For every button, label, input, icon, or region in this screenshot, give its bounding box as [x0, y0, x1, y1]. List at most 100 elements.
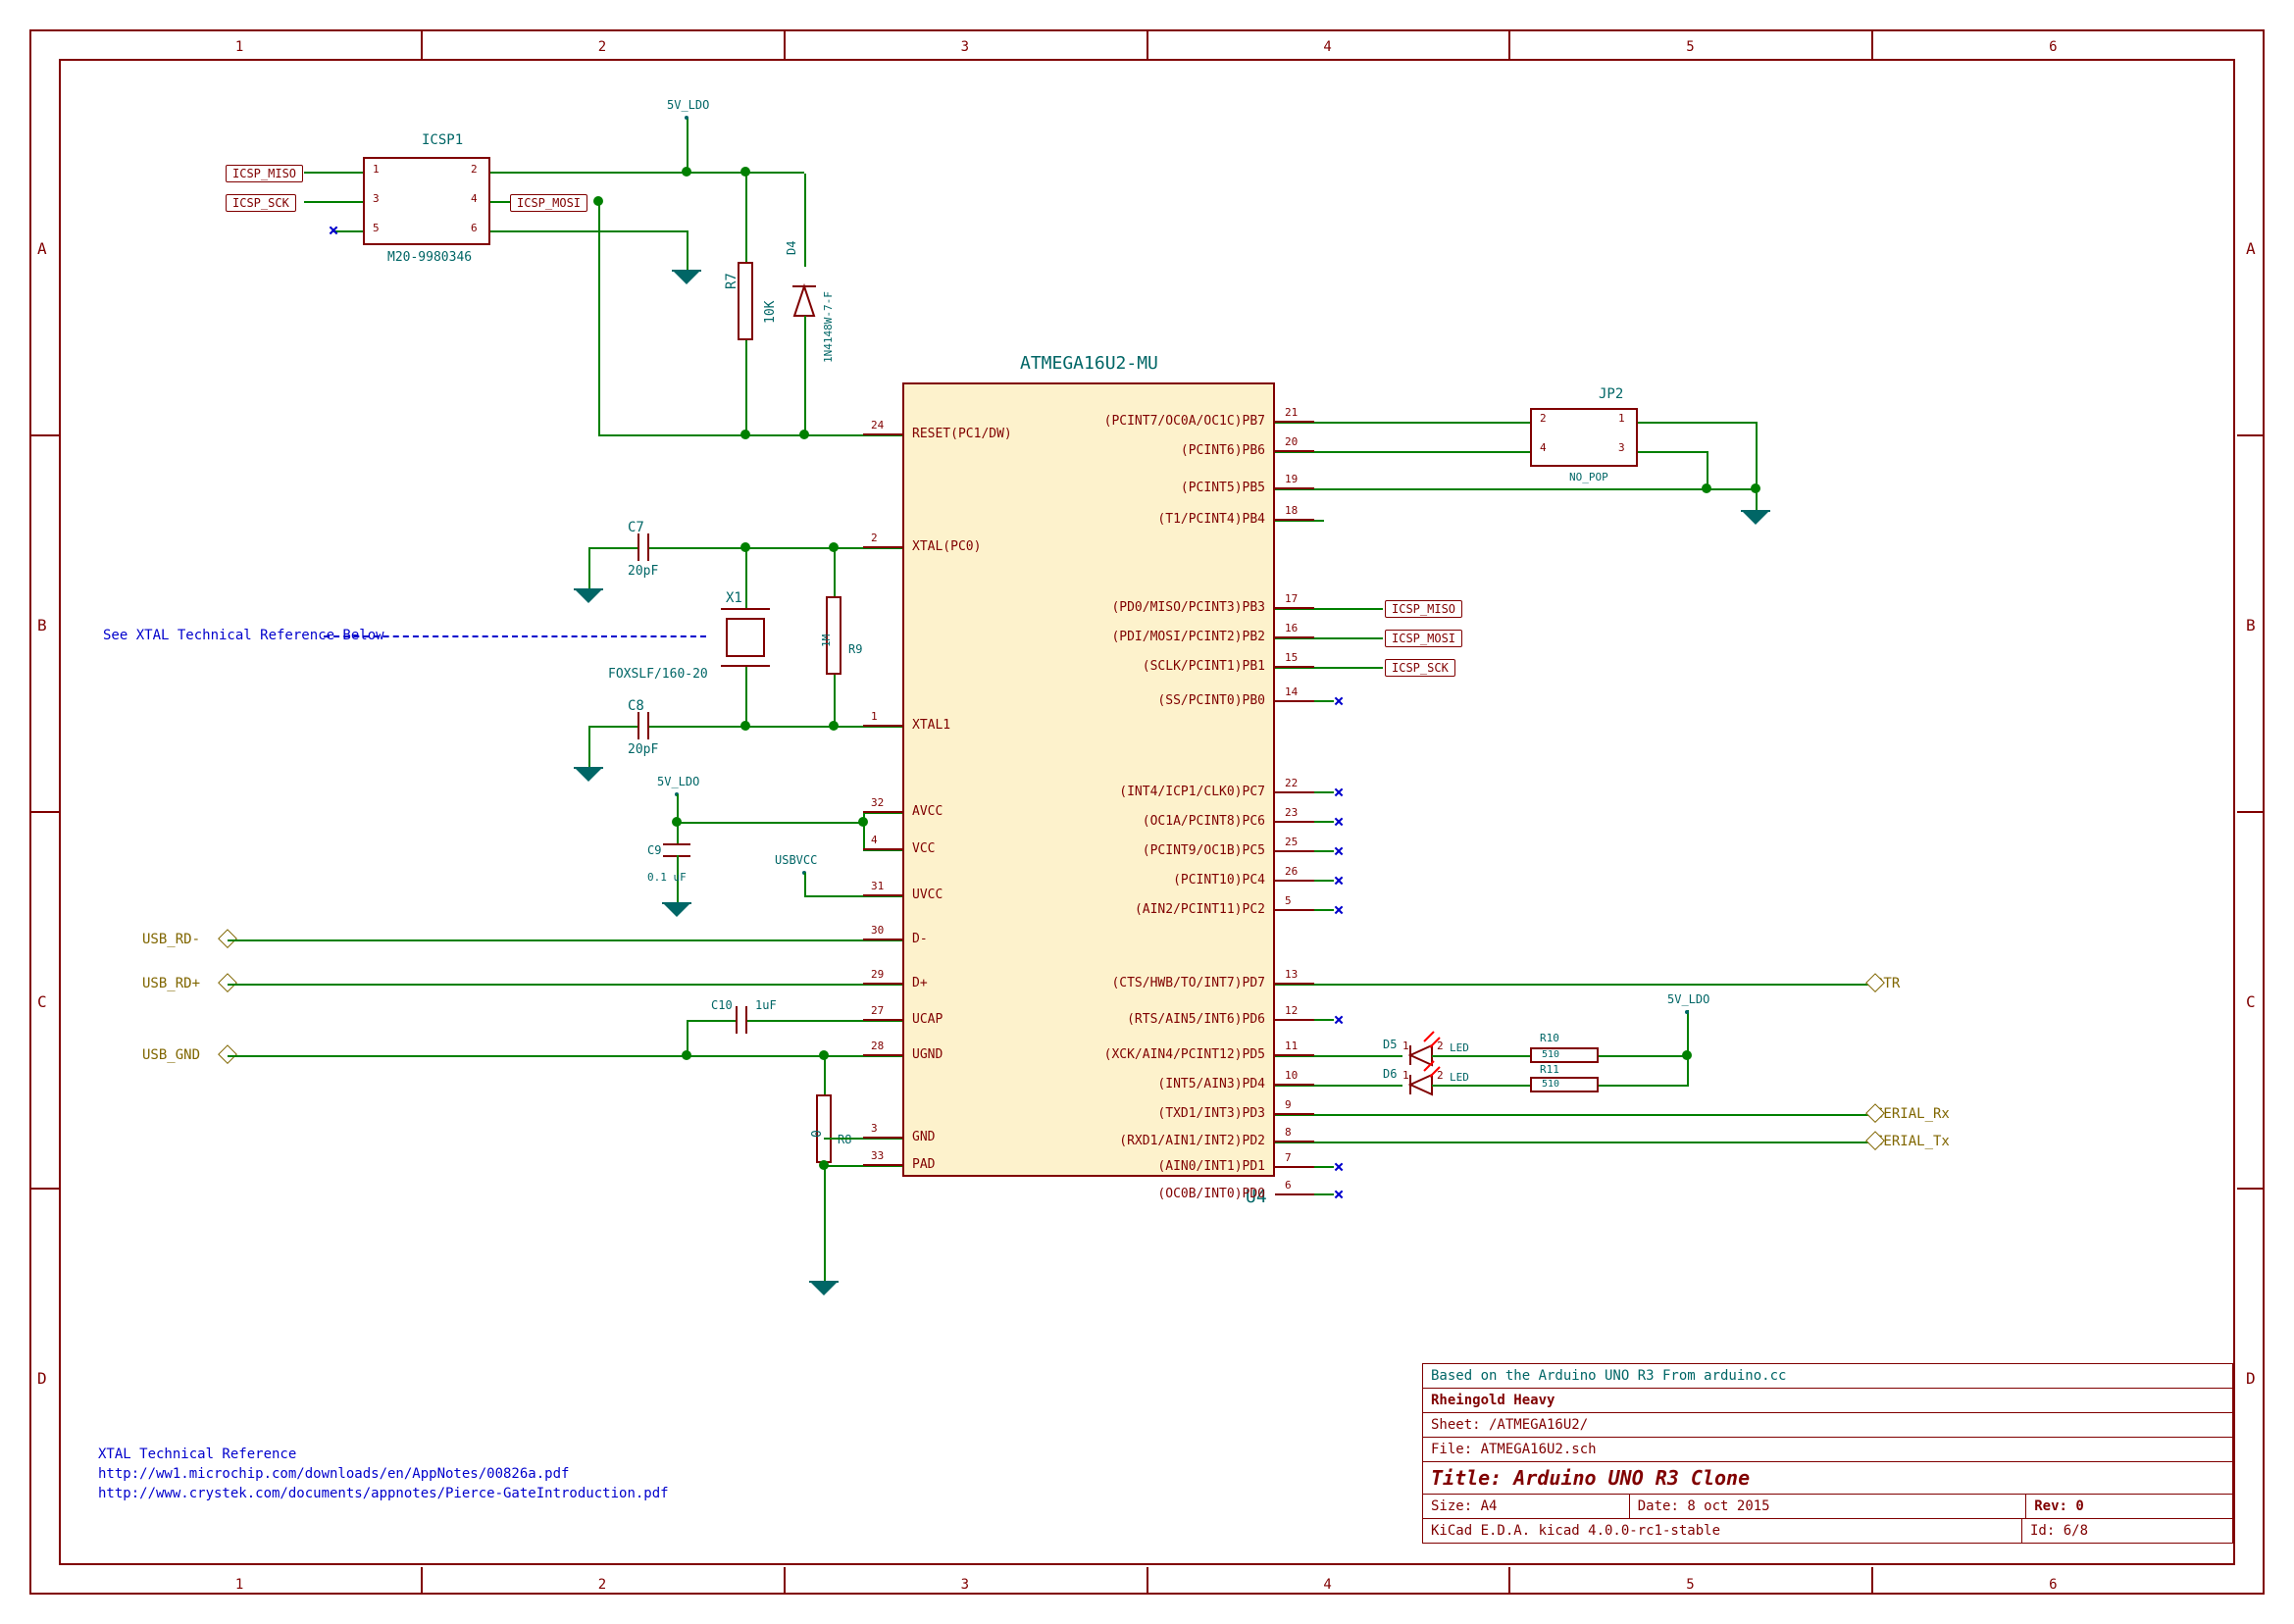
- hier-serial-rx: SERIAL_Rx: [1875, 1106, 1950, 1122]
- tb-sheet: Sheet: /ATMEGA16U2/: [1423, 1413, 2232, 1438]
- pin-stub: [863, 848, 902, 850]
- c10-ref: C10: [711, 998, 733, 1012]
- wire: [1314, 821, 1334, 823]
- tb-file: File: ATMEGA16U2.sch: [1423, 1438, 2232, 1462]
- nc-mark: ×: [1334, 871, 1345, 891]
- pin-stub: [1275, 1019, 1314, 1021]
- pin-stub: [1275, 909, 1314, 911]
- junction: [819, 1160, 829, 1170]
- jp2-pin4: 4: [1540, 441, 1547, 454]
- net-icsp-mosi-r: ICSP_MOSI: [1385, 630, 1462, 647]
- pin-num: 31: [871, 880, 884, 892]
- pin-stub: [863, 1137, 902, 1139]
- ruler-letter: D: [37, 1369, 47, 1388]
- pin-num: 2: [871, 532, 878, 544]
- junction: [829, 721, 839, 731]
- x1-body: [726, 618, 765, 657]
- pin-stub: [863, 1054, 902, 1056]
- note-xtal-url1[interactable]: http://ww1.microchip.com/downloads/en/Ap…: [98, 1466, 569, 1482]
- pin-label: (OC0B/INT0)PD0: [1157, 1187, 1265, 1201]
- junction: [1751, 483, 1760, 493]
- wire: [1432, 1055, 1530, 1057]
- wire: [1314, 909, 1334, 911]
- pin-label: (INT4/ICP1/CLK0)PC7: [1119, 785, 1265, 799]
- pin-stub: [1275, 1193, 1314, 1195]
- tb-title: Title: Arduino UNO R3 Clone: [1423, 1462, 2232, 1495]
- wire: [588, 547, 590, 588]
- junction: [1682, 1050, 1692, 1060]
- pin-num: 32: [871, 796, 884, 809]
- pin-num: 16: [1285, 622, 1298, 634]
- ruler-num: 5: [1686, 1577, 1694, 1593]
- nc: ×: [329, 221, 339, 241]
- note-xtal-title: XTAL Technical Reference: [98, 1446, 296, 1462]
- x1-ref: X1: [726, 590, 742, 606]
- wire: [304, 172, 363, 174]
- tb-id: Id: 6/8: [2022, 1519, 2232, 1543]
- wire: [804, 316, 806, 434]
- icsp-val: M20-9980346: [387, 250, 472, 265]
- junction: [829, 542, 839, 552]
- tb-based: Based on the Arduino UNO R3 From arduino…: [1423, 1364, 2232, 1389]
- pin-label: RESET(PC1/DW): [912, 427, 1012, 441]
- ruler-letter: D: [2246, 1369, 2256, 1388]
- ruler-num: 3: [961, 1577, 969, 1593]
- pin-num: 3: [871, 1122, 878, 1135]
- junction: [799, 430, 809, 439]
- c8-val: 20pF: [628, 742, 658, 757]
- wire: [677, 822, 863, 824]
- pin-label: (SS/PCINT0)PB0: [1157, 693, 1265, 708]
- r10-body: [1530, 1047, 1599, 1063]
- pin-stub: [1275, 421, 1314, 423]
- pin-label: XTAL(PC0): [912, 539, 981, 554]
- ruler-tick: [1871, 31, 1873, 59]
- pin-num: 9: [1285, 1098, 1292, 1111]
- pin-stub: [1275, 1054, 1314, 1056]
- pin-num: 20: [1285, 435, 1298, 448]
- wire: [1275, 1114, 1868, 1116]
- wire: [1275, 984, 1868, 986]
- wire: [687, 230, 688, 270]
- wire: [1314, 700, 1334, 702]
- d6-pin1: 1: [1402, 1069, 1409, 1082]
- nc-mark: ×: [1334, 1185, 1345, 1205]
- pin-stub: [863, 433, 902, 435]
- pin-stub: [1275, 607, 1314, 609]
- nc-mark: ×: [1334, 841, 1345, 862]
- ruler-tick: [1871, 1567, 1873, 1595]
- wire: [588, 547, 637, 549]
- junction: [593, 196, 603, 206]
- pin-num: 15: [1285, 651, 1298, 664]
- wire: [1756, 422, 1758, 490]
- r7-ref: R7: [724, 273, 739, 289]
- ruler-num: 1: [235, 1577, 243, 1593]
- schematic-canvas: ATMEGA16U2-MU U4 ICSP1 M20-9980346 ICSP_…: [0, 0, 2294, 1624]
- icsp-pinnum-2: 2: [471, 163, 478, 176]
- junction: [858, 817, 868, 827]
- pin-num: 7: [1285, 1151, 1292, 1164]
- r9-ref: R9: [848, 642, 862, 656]
- wire: [1432, 1085, 1530, 1087]
- pin-label: XTAL1: [912, 718, 950, 733]
- pin-label: PAD: [912, 1157, 935, 1172]
- ruler-tick: [1508, 1567, 1510, 1595]
- icsp-pinnum-3: 3: [373, 192, 380, 205]
- net-icsp-mosi-left: ICSP_MOSI: [510, 194, 587, 212]
- pin-num: 22: [1285, 777, 1298, 789]
- wire: [1638, 451, 1707, 453]
- pin-stub: [1275, 1084, 1314, 1086]
- pin-stub: [863, 1019, 902, 1021]
- ruler-tick: [2237, 811, 2265, 813]
- wire: [1314, 791, 1334, 793]
- pin-num: 1: [871, 710, 878, 723]
- wire: [1314, 1019, 1334, 1021]
- icsp-pinnum-4: 4: [471, 192, 478, 205]
- pwr-5vldo-leds: 5V_LDO: [1667, 992, 1709, 1006]
- nc-mark: ×: [1334, 783, 1345, 803]
- nc-mark: ×: [1334, 1010, 1345, 1031]
- note-xtal-url2[interactable]: http://www.crystek.com/documents/appnote…: [98, 1486, 669, 1501]
- net-icsp-sck-r: ICSP_SCK: [1385, 659, 1455, 677]
- pin-label: VCC: [912, 841, 935, 856]
- pin-label: (INT5/AIN3)PD4: [1157, 1077, 1265, 1091]
- pin-num: 8: [1285, 1126, 1292, 1139]
